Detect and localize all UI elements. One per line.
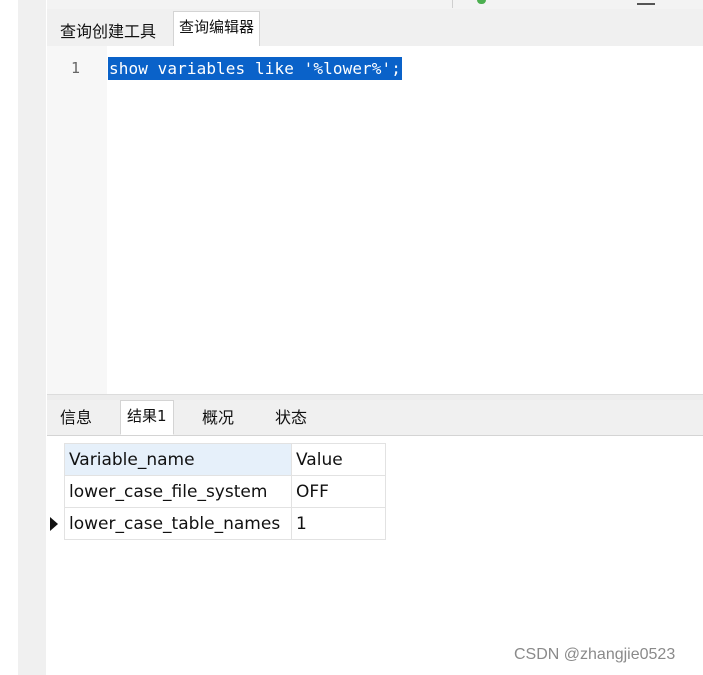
grid-cell[interactable]: lower_case_file_system bbox=[64, 475, 292, 508]
editor-tab-bar: 查询创建工具 查询编辑器 bbox=[47, 9, 703, 47]
tab-result1[interactable]: 结果1 bbox=[120, 400, 174, 435]
grid-header-row: Variable_name Value bbox=[64, 443, 386, 476]
line-number-gutter: 1 bbox=[47, 46, 107, 394]
row-indicator-column bbox=[47, 443, 64, 543]
table-row[interactable]: lower_case_file_system OFF bbox=[64, 475, 386, 508]
tab-query-builder[interactable]: 查询创建工具 bbox=[55, 17, 161, 46]
watermark: CSDN @zhangjie0523 bbox=[514, 646, 676, 663]
tab-query-editor[interactable]: 查询编辑器 bbox=[173, 11, 261, 47]
top-toolbar bbox=[47, 0, 703, 9]
toolbar-separator bbox=[452, 0, 453, 8]
result-tab-bar: 信息 结果1 概况 状态 bbox=[47, 400, 703, 436]
left-panel-strip bbox=[18, 0, 46, 675]
current-row-arrow-icon bbox=[50, 517, 58, 531]
tab-info[interactable]: 信息 bbox=[54, 402, 98, 434]
selected-sql-code[interactable]: show variables like '%lower%'; bbox=[108, 57, 402, 80]
line-number: 1 bbox=[71, 59, 81, 77]
grid-cell[interactable]: lower_case_table_names bbox=[64, 507, 292, 540]
table-row[interactable]: lower_case_table_names 1 bbox=[64, 507, 386, 540]
column-header-value[interactable]: Value bbox=[291, 443, 386, 476]
tab-status[interactable]: 状态 bbox=[269, 402, 313, 434]
toolbar-icon[interactable] bbox=[637, 0, 655, 5]
grid-cell[interactable]: OFF bbox=[291, 475, 386, 508]
grid-cell[interactable]: 1 bbox=[291, 507, 386, 540]
run-icon[interactable] bbox=[477, 0, 486, 4]
column-header-variable-name[interactable]: Variable_name bbox=[64, 443, 292, 476]
result-grid[interactable]: Variable_name Value lower_case_file_syst… bbox=[64, 443, 386, 540]
tab-profile[interactable]: 概况 bbox=[196, 402, 240, 434]
sql-editor[interactable]: 1 show variables like '%lower%'; bbox=[47, 46, 703, 394]
